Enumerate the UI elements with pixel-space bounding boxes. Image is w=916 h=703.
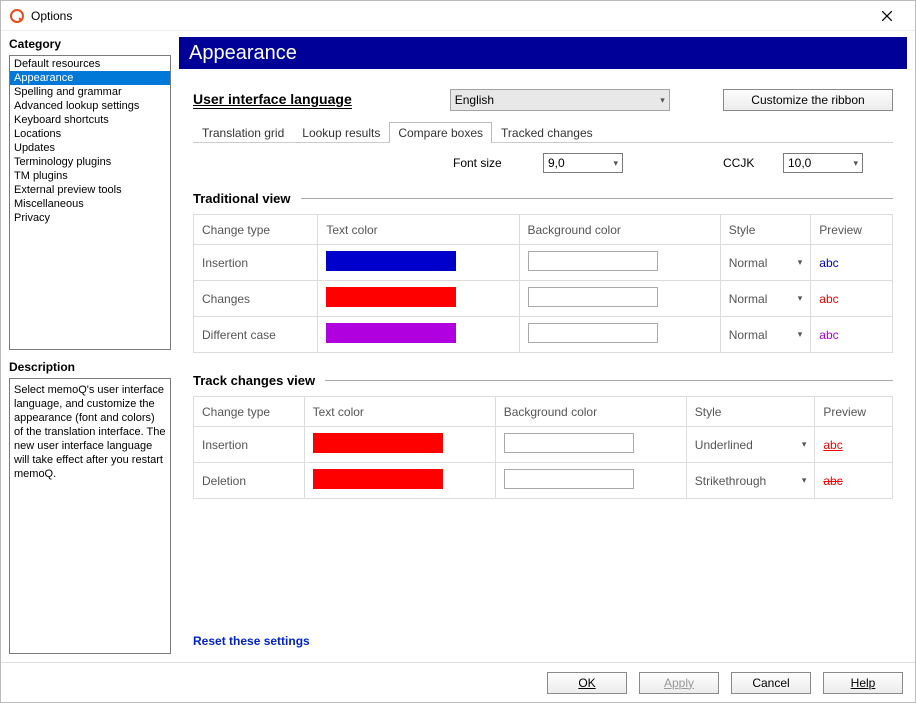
change-type-cell: Changes [194,281,318,317]
compare-boxes-panel: Font size 9,0 ▾ CCJK 10,0 ▾ Trad [193,143,893,499]
track-changes-table: Change typeText colorBackground colorSty… [193,396,893,499]
description-text: Select memoQ's user interface language, … [9,378,171,654]
change-type-cell: Insertion [194,427,305,463]
preview-text: abc [819,292,838,306]
ui-language-value: English [455,93,494,107]
category-item[interactable]: Default resources [10,57,170,71]
column-header: Background color [519,215,720,245]
column-header: Background color [495,397,686,427]
dialog-footer: OK Apply Cancel Help [1,662,915,702]
category-list[interactable]: Default resourcesAppearanceSpelling and … [9,55,171,350]
category-heading: Category [9,37,171,51]
category-item[interactable]: TM plugins [10,169,170,183]
change-type-cell: Insertion [194,245,318,281]
table-row: Changes Normal▾ abc [194,281,893,317]
chevron-down-icon: ▾ [798,293,803,304]
ui-language-select[interactable]: English ▾ [450,89,670,111]
font-size-label: Font size [453,156,543,170]
preview-text: abc [819,256,838,270]
column-header: Text color [304,397,495,427]
main-panel: Appearance User interface language Engli… [179,37,907,654]
preview-text: abc [823,438,842,452]
cancel-button[interactable]: Cancel [731,672,811,694]
help-button[interactable]: Help [823,672,903,694]
chevron-down-icon: ▾ [802,439,807,450]
customize-ribbon-button[interactable]: Customize the ribbon [723,89,893,111]
category-item[interactable]: External preview tools [10,183,170,197]
chevron-down-icon: ▾ [853,158,858,169]
preview-text: abc [819,328,838,342]
style-select[interactable]: Underlined▾ [695,438,807,452]
background-color-swatch[interactable] [504,433,634,453]
table-row: Different case Normal▾ abc [194,317,893,353]
text-color-swatch[interactable] [326,323,456,343]
ui-language-label: User interface language [193,91,352,109]
traditional-view-heading: Traditional view [193,191,893,206]
text-color-swatch[interactable] [313,469,443,489]
app-icon [9,8,25,24]
change-type-cell: Deletion [194,463,305,499]
text-color-swatch[interactable] [313,433,443,453]
page-title: Appearance [179,37,907,69]
close-icon [882,11,892,21]
column-header: Preview [811,215,893,245]
column-header: Change type [194,215,318,245]
chevron-down-icon: ▾ [613,158,618,169]
titlebar: Options [1,1,915,31]
background-color-swatch[interactable] [528,323,658,343]
style-select[interactable]: Strikethrough▾ [695,474,807,488]
tab-lookup-results[interactable]: Lookup results [293,122,389,143]
track-changes-heading: Track changes view [193,373,893,388]
column-header: Style [686,397,815,427]
ccjk-value: 10,0 [788,156,811,170]
window-title: Options [31,9,72,23]
category-item[interactable]: Miscellaneous [10,197,170,211]
text-color-swatch[interactable] [326,251,456,271]
text-color-swatch[interactable] [326,287,456,307]
appearance-tabs: Translation gridLookup resultsCompare bo… [193,121,893,143]
traditional-view-table: Change typeText colorBackground colorSty… [193,214,893,353]
category-item[interactable]: Updates [10,141,170,155]
change-type-cell: Different case [194,317,318,353]
ccjk-label: CCJK [723,156,783,170]
description-heading: Description [9,360,171,374]
chevron-down-icon: ▾ [660,95,665,106]
chevron-down-icon: ▾ [802,475,807,486]
background-color-swatch[interactable] [504,469,634,489]
style-select[interactable]: Normal▾ [729,292,803,306]
table-row: Insertion Normal▾ abc [194,245,893,281]
category-item[interactable]: Locations [10,127,170,141]
category-item[interactable]: Advanced lookup settings [10,99,170,113]
chevron-down-icon: ▾ [798,329,803,340]
sidebar: Category Default resourcesAppearanceSpel… [9,37,171,654]
chevron-down-icon: ▾ [798,257,803,268]
tab-tracked-changes[interactable]: Tracked changes [492,122,602,143]
font-size-value: 9,0 [548,156,565,170]
ok-button[interactable]: OK [547,672,627,694]
column-header: Change type [194,397,305,427]
tab-compare-boxes[interactable]: Compare boxes [389,122,492,143]
apply-button[interactable]: Apply [639,672,719,694]
reset-settings-link[interactable]: Reset these settings [193,634,310,648]
category-item[interactable]: Spelling and grammar [10,85,170,99]
category-item[interactable]: Appearance [10,71,170,85]
column-header: Text color [318,215,519,245]
tab-translation-grid[interactable]: Translation grid [193,122,293,143]
style-select[interactable]: Normal▾ [729,256,803,270]
font-size-select[interactable]: 9,0 ▾ [543,153,623,173]
style-select[interactable]: Normal▾ [729,328,803,342]
options-window: Options Category Default resourcesAppear… [0,0,916,703]
column-header: Style [720,215,811,245]
column-header: Preview [815,397,893,427]
ccjk-select[interactable]: 10,0 ▾ [783,153,863,173]
preview-text: abc [823,474,842,488]
background-color-swatch[interactable] [528,287,658,307]
close-button[interactable] [867,2,907,30]
background-color-swatch[interactable] [528,251,658,271]
table-row: Deletion Strikethrough▾ abc [194,463,893,499]
category-item[interactable]: Terminology plugins [10,155,170,169]
category-item[interactable]: Keyboard shortcuts [10,113,170,127]
category-item[interactable]: Privacy [10,211,170,225]
table-row: Insertion Underlined▾ abc [194,427,893,463]
